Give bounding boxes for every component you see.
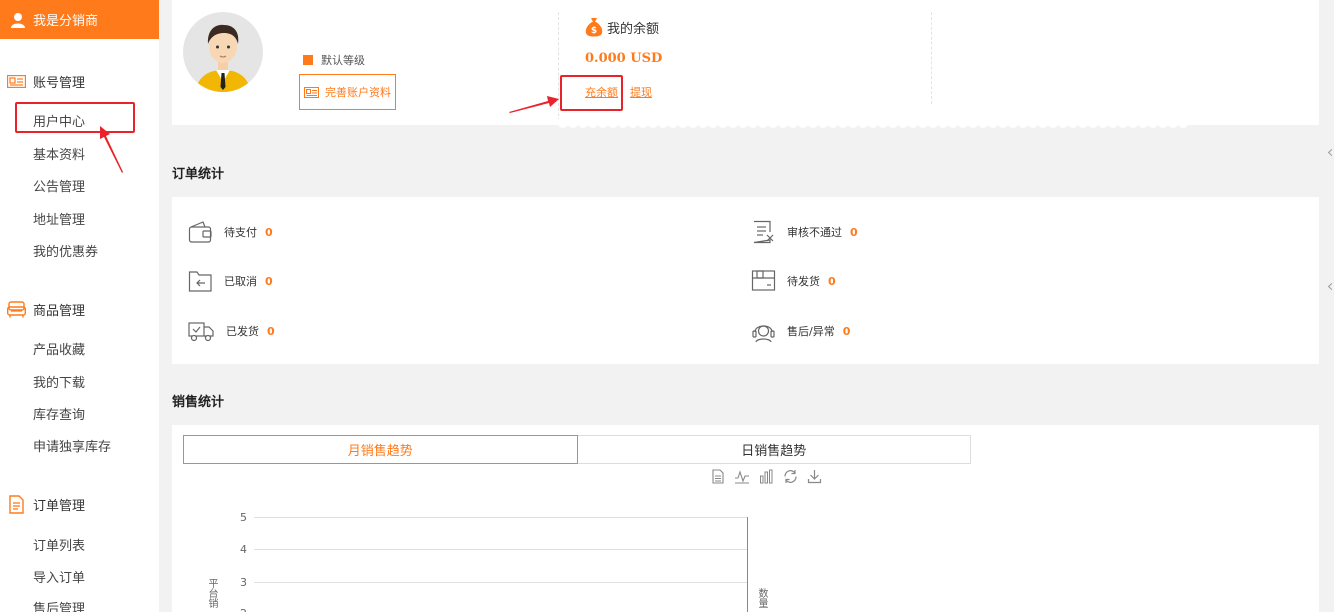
stat-pending-payment[interactable]: 待支付 0 bbox=[188, 220, 273, 244]
rejected-document-icon bbox=[753, 220, 774, 244]
y-tick-label: 2 bbox=[240, 607, 247, 612]
bar-chart-icon[interactable] bbox=[759, 469, 774, 484]
chart-toolbox bbox=[711, 469, 822, 484]
y-tick-label: 4 bbox=[240, 543, 247, 556]
order-stats-card bbox=[172, 197, 1319, 364]
folder-back-icon bbox=[188, 271, 212, 292]
y-axis-label-right: 数量 bbox=[756, 588, 767, 608]
arrow-to-user-center bbox=[100, 126, 123, 173]
stat-review-failed[interactable]: 审核不通过 0 bbox=[751, 220, 858, 244]
stat-awaiting-shipment[interactable]: 待发货 0 bbox=[751, 269, 836, 293]
stat-cancelled[interactable]: 已取消 0 bbox=[188, 269, 273, 293]
stat-label: 待发货 bbox=[787, 275, 820, 288]
package-icon bbox=[751, 270, 776, 291]
headset-icon bbox=[752, 325, 775, 343]
arrow-to-recharge bbox=[509, 96, 559, 113]
gridline bbox=[254, 582, 747, 583]
order-stats-title: 订单统计 bbox=[172, 167, 225, 182]
stat-count: 0 bbox=[850, 225, 858, 239]
sales-tabs: 月销售趋势 日销售趋势 bbox=[183, 435, 971, 464]
refresh-icon[interactable] bbox=[783, 469, 798, 484]
stat-count: 0 bbox=[265, 274, 273, 288]
download-icon[interactable] bbox=[807, 469, 822, 484]
stat-count: 0 bbox=[267, 324, 275, 338]
right-axis-line bbox=[747, 517, 748, 612]
stat-label: 售后/异常 bbox=[787, 325, 835, 338]
stat-count: 0 bbox=[842, 324, 851, 338]
data-view-icon[interactable] bbox=[711, 469, 725, 484]
stat-label: 已发货 bbox=[226, 325, 259, 338]
tab-daily-trend[interactable]: 日销售趋势 bbox=[577, 435, 971, 464]
truck-icon bbox=[188, 322, 214, 342]
line-chart-icon[interactable] bbox=[734, 469, 750, 484]
stat-label: 审核不通过 bbox=[787, 226, 842, 239]
gridline bbox=[254, 517, 747, 518]
stat-count: 0 bbox=[828, 274, 836, 288]
tab-monthly-trend[interactable]: 月销售趋势 bbox=[183, 435, 578, 464]
stat-label: 待支付 bbox=[224, 226, 257, 239]
y-tick-label: 3 bbox=[240, 576, 247, 589]
y-tick-label: 5 bbox=[240, 511, 247, 524]
stat-after-sales[interactable]: 售后/异常 0 bbox=[751, 319, 850, 343]
stat-label: 已取消 bbox=[224, 275, 257, 288]
wallet-icon bbox=[188, 221, 212, 243]
y-axis-label-left: 平台销 bbox=[206, 578, 217, 608]
gridline bbox=[254, 549, 747, 550]
stat-count: 0 bbox=[265, 225, 273, 239]
sales-stats-title: 销售统计 bbox=[172, 395, 225, 410]
stat-shipped[interactable]: 已发货 0 bbox=[188, 319, 275, 343]
